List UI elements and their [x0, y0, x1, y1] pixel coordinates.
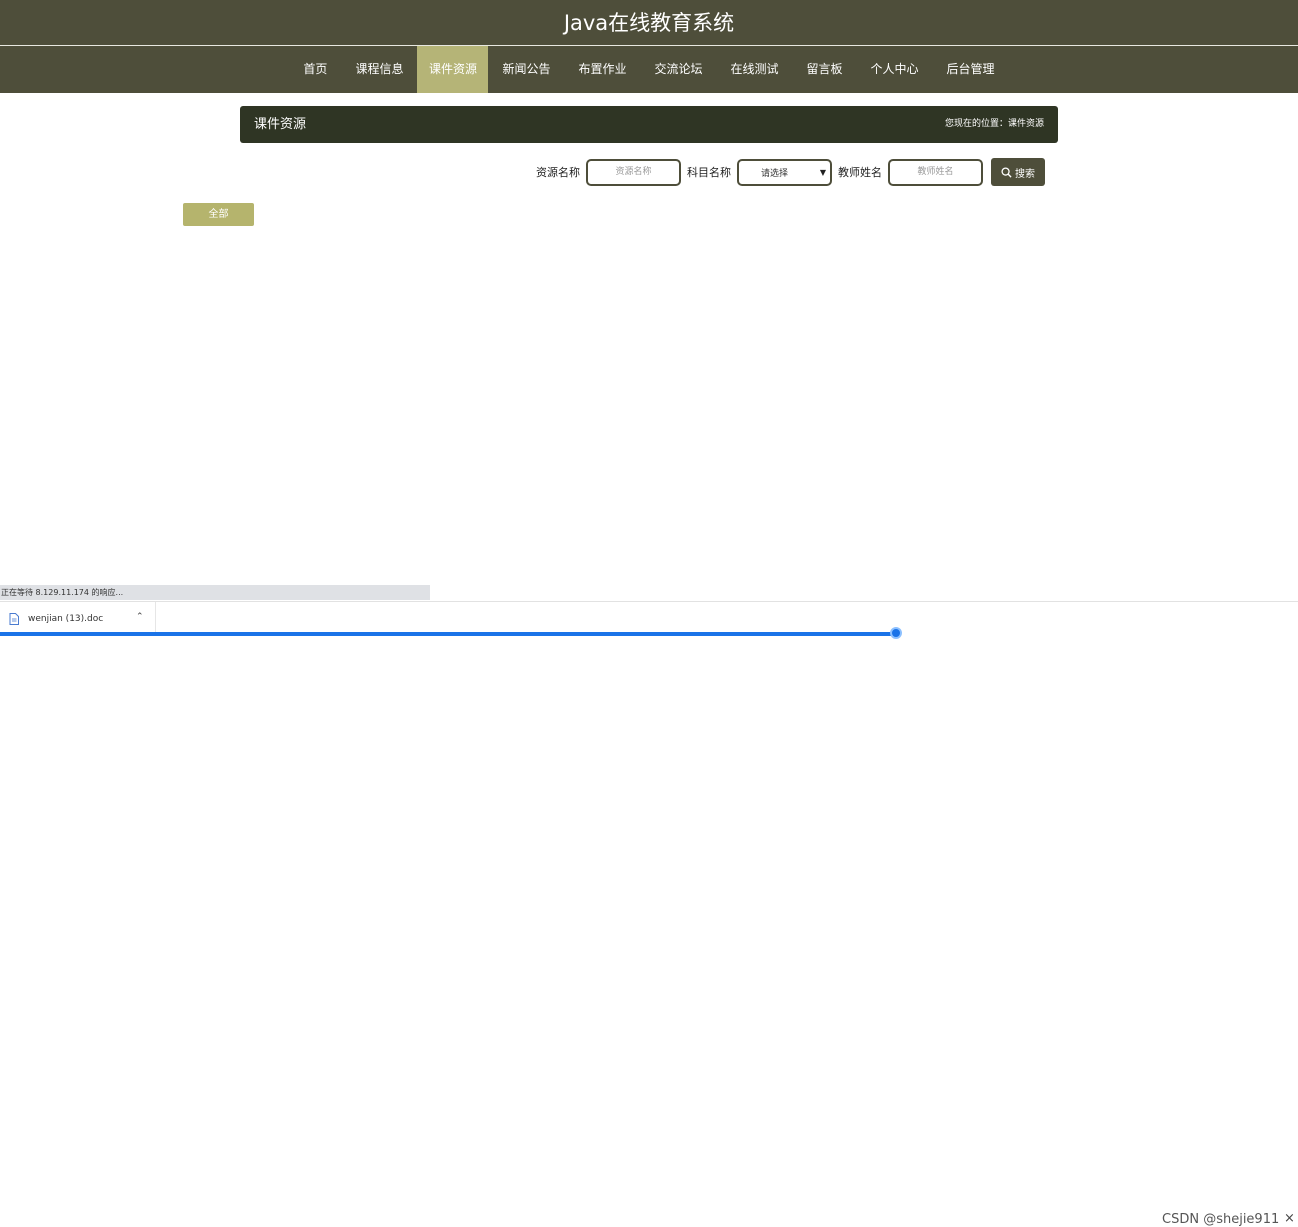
- filter-all-button[interactable]: 全部: [183, 203, 254, 226]
- subject-select[interactable]: 请选择 ▼: [737, 158, 832, 186]
- nav-news[interactable]: 新闻公告: [488, 46, 564, 93]
- teacher-name-input[interactable]: [888, 158, 983, 186]
- nav-admin[interactable]: 后台管理: [933, 46, 1009, 93]
- download-file-name: wenjian (13).doc: [28, 614, 104, 624]
- download-progress-bar: [0, 632, 896, 636]
- progress-handle: [890, 627, 902, 639]
- document-icon: [9, 613, 19, 625]
- nav-online-test[interactable]: 在线测试: [717, 46, 793, 93]
- search-icon: [1001, 166, 1012, 178]
- teacher-name-label: 教师姓名: [838, 166, 882, 179]
- subject-select-value: 请选择: [761, 168, 789, 179]
- search-form: 资源名称 科目名称 请选择 ▼ 教师姓名 搜索: [536, 158, 1045, 186]
- main-nav: 首页 课程信息 课件资源 新闻公告 布置作业 交流论坛 在线测试 留言板 个人中…: [0, 46, 1298, 93]
- nav-home[interactable]: 首页: [289, 46, 341, 93]
- nav-message-board[interactable]: 留言板: [793, 46, 857, 93]
- chevron-up-icon[interactable]: ⌃: [136, 612, 144, 622]
- resource-name-input[interactable]: [586, 158, 681, 186]
- csdn-watermark: CSDN @shejie911: [1162, 1212, 1280, 1227]
- nav-courseware[interactable]: 课件资源: [417, 46, 489, 93]
- site-header: Java在线教育系统 首页 课程信息 课件资源 新闻公告 布置作业 交流论坛 在…: [0, 0, 1298, 93]
- search-button-label: 搜索: [1015, 168, 1035, 180]
- nav-forum[interactable]: 交流论坛: [640, 46, 716, 93]
- nav-course-info[interactable]: 课程信息: [341, 46, 417, 93]
- chevron-down-icon: ▼: [819, 167, 826, 177]
- breadcrumb: 您现在的位置：课件资源: [944, 119, 1044, 129]
- download-item[interactable]: wenjian (13).doc ⌃: [0, 602, 156, 636]
- page-title: 课件资源: [254, 117, 307, 132]
- nav-homework[interactable]: 布置作业: [564, 46, 640, 93]
- section-title-bar: 课件资源 您现在的位置：课件资源: [240, 106, 1058, 143]
- close-icon[interactable]: ×: [1284, 1211, 1295, 1226]
- download-shelf: wenjian (13).doc ⌃ CSDN @shejie911 ×: [0, 601, 1298, 1227]
- subject-name-label: 科目名称: [687, 166, 731, 179]
- search-button[interactable]: 搜索: [991, 158, 1045, 186]
- browser-status-bar: 正在等待 8.129.11.174 的响应...: [0, 585, 430, 600]
- site-title: Java在线教育系统: [563, 11, 735, 35]
- resource-name-label: 资源名称: [536, 166, 580, 179]
- nav-user-center[interactable]: 个人中心: [857, 46, 933, 93]
